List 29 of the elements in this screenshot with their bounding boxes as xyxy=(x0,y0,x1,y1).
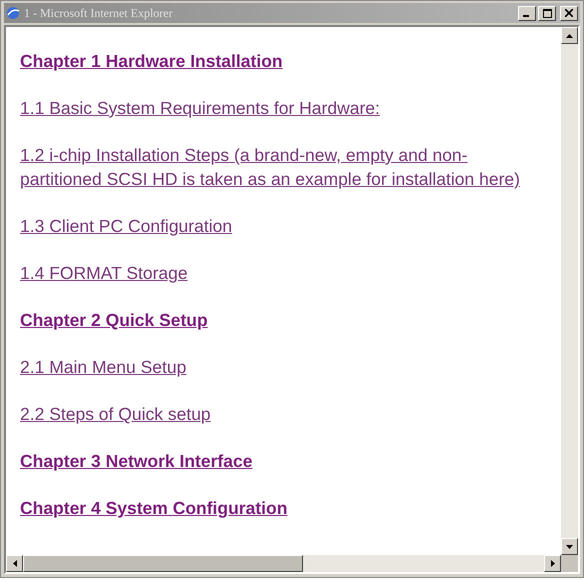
scroll-down-button[interactable] xyxy=(561,538,578,555)
up-arrow-icon xyxy=(566,34,573,38)
section-link[interactable]: 1.1 Basic System Requirements for Hardware: xyxy=(20,96,380,120)
chapter-link[interactable]: Chapter 4 System Configuration xyxy=(20,496,288,520)
chapter-link[interactable]: Chapter 1 Hardware Installation xyxy=(20,49,283,73)
chapter-link[interactable]: Chapter 2 Quick Setup xyxy=(20,308,208,332)
globe-icon xyxy=(6,6,20,20)
horizontal-scrollbar[interactable] xyxy=(6,555,561,572)
section-link[interactable]: 2.1 Main Menu Setup xyxy=(20,355,186,379)
maximize-icon xyxy=(542,8,552,18)
section-link[interactable]: 2.2 Steps of Quick setup xyxy=(20,402,211,426)
scrollbar-corner xyxy=(561,555,578,572)
chapter-link[interactable]: Chapter 3 Network Interface xyxy=(20,449,252,473)
section-link[interactable]: 1.3 Client PC Configuration xyxy=(20,214,232,238)
close-icon xyxy=(565,9,573,17)
right-arrow-icon xyxy=(550,560,554,567)
window-title: 1 - Microsoft Internet Explorer xyxy=(24,6,174,20)
section-link[interactable]: 1.2 i-chip Installation Steps (a brand-new, empty and non-partitioned SCSI HD is taken as an example for installation here) xyxy=(20,143,533,191)
close-button[interactable] xyxy=(560,6,578,20)
section-link[interactable]: 1.4 FORMAT Storage xyxy=(20,261,188,285)
maximize-button[interactable] xyxy=(538,6,556,20)
down-arrow-icon xyxy=(566,544,573,548)
left-arrow-icon xyxy=(12,560,16,567)
scroll-right-button[interactable] xyxy=(544,555,561,572)
scroll-up-button[interactable] xyxy=(561,27,578,44)
scroll-left-button[interactable] xyxy=(6,555,23,572)
scroll-thumb[interactable] xyxy=(23,555,303,572)
minimize-button[interactable] xyxy=(518,6,536,20)
vertical-scrollbar[interactable] xyxy=(561,27,578,555)
